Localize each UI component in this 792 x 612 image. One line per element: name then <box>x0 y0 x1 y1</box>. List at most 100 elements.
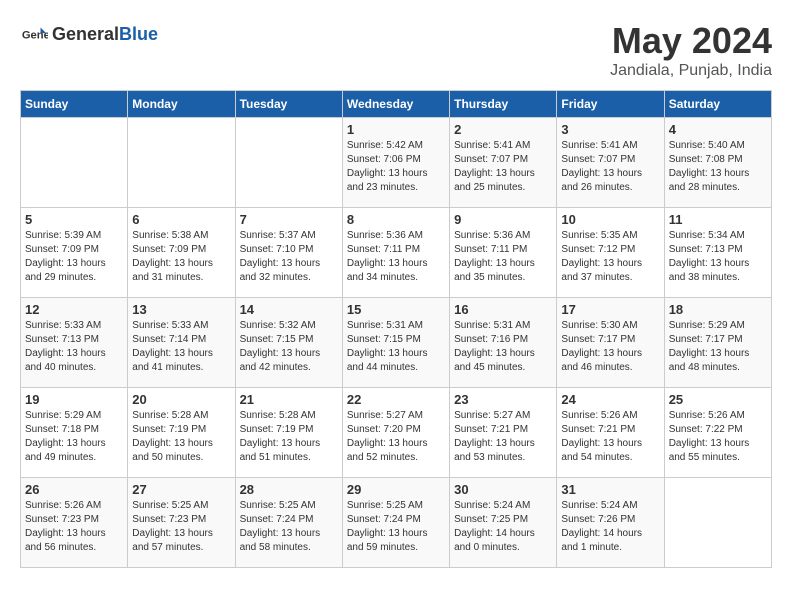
calendar-table: SundayMondayTuesdayWednesdayThursdayFrid… <box>20 90 772 568</box>
calendar-cell <box>235 118 342 208</box>
cell-text: Sunrise: 5:33 AM Sunset: 7:13 PM Dayligh… <box>25 319 123 375</box>
day-header-thursday: Thursday <box>450 91 557 118</box>
calendar-cell: 23 Sunrise: 5:27 AM Sunset: 7:21 PM Dayli… <box>450 388 557 478</box>
day-number: 21 <box>240 392 338 407</box>
day-number: 16 <box>454 302 552 317</box>
day-number: 11 <box>669 212 767 227</box>
cell-text: Sunrise: 5:24 AM Sunset: 7:25 PM Dayligh… <box>454 499 552 555</box>
calendar-week-2: 5 Sunrise: 5:39 AM Sunset: 7:09 PM Daylig… <box>21 208 772 298</box>
day-number: 5 <box>25 212 123 227</box>
cell-text: Sunrise: 5:36 AM Sunset: 7:11 PM Dayligh… <box>347 229 445 285</box>
cell-text: Sunrise: 5:34 AM Sunset: 7:13 PM Dayligh… <box>669 229 767 285</box>
day-header-saturday: Saturday <box>664 91 771 118</box>
calendar-cell: 2Sunrise: 5:41 AM Sunset: 7:07 PM Daylig… <box>450 118 557 208</box>
cell-text: Sunrise: 5:36 AM Sunset: 7:11 PM Dayligh… <box>454 229 552 285</box>
cell-text: Sunrise: 5:29 AM Sunset: 7:18 PM Dayligh… <box>25 409 123 465</box>
calendar-cell: 25Sunrise: 5:26 AM Sunset: 7:22 PM Dayli… <box>664 388 771 478</box>
logo-icon: General <box>20 20 48 48</box>
day-number: 15 <box>347 302 445 317</box>
cell-text: Sunrise: 5:30 AM Sunset: 7:17 PM Dayligh… <box>561 319 659 375</box>
logo-general: General <box>52 24 119 44</box>
calendar-cell: 12 Sunrise: 5:33 AM Sunset: 7:13 PM Dayli… <box>21 298 128 388</box>
day-header-sunday: Sunday <box>21 91 128 118</box>
day-number: 1 <box>347 122 445 137</box>
cell-text: Sunrise: 5:32 AM Sunset: 7:15 PM Dayligh… <box>240 319 338 375</box>
cell-text: Sunrise: 5:37 AM Sunset: 7:10 PM Dayligh… <box>240 229 338 285</box>
calendar-cell: 10 Sunrise: 5:35 AM Sunset: 7:12 PM Dayli… <box>557 208 664 298</box>
month-year-title: May 2024 <box>610 20 772 62</box>
cell-text: Sunrise: 5:39 AM Sunset: 7:09 PM Dayligh… <box>25 229 123 285</box>
calendar-week-5: 26 Sunrise: 5:26 AM Sunset: 7:23 PM Dayli… <box>21 478 772 568</box>
cell-text: Sunrise: 5:24 AM Sunset: 7:26 PM Dayligh… <box>561 499 659 555</box>
cell-text: Sunrise: 5:28 AM Sunset: 7:19 PM Dayligh… <box>132 409 230 465</box>
day-number: 3 <box>561 122 659 137</box>
day-number: 10 <box>561 212 659 227</box>
calendar-cell <box>128 118 235 208</box>
logo: General GeneralBlue <box>20 20 158 48</box>
calendar-week-1: 1 Sunrise: 5:42 AM Sunset: 7:06 PM Daylig… <box>21 118 772 208</box>
calendar-cell: 7 Sunrise: 5:37 AM Sunset: 7:10 PM Daylig… <box>235 208 342 298</box>
days-of-week-row: SundayMondayTuesdayWednesdayThursdayFrid… <box>21 91 772 118</box>
calendar-cell <box>664 478 771 568</box>
calendar-cell: 1 Sunrise: 5:42 AM Sunset: 7:06 PM Daylig… <box>342 118 449 208</box>
day-number: 30 <box>454 482 552 497</box>
cell-text: Sunrise: 5:25 AM Sunset: 7:24 PM Dayligh… <box>240 499 338 555</box>
calendar-cell: 4 Sunrise: 5:40 AM Sunset: 7:08 PM Daylig… <box>664 118 771 208</box>
day-number: 4 <box>669 122 767 137</box>
calendar-cell: 22 Sunrise: 5:27 AM Sunset: 7:20 PM Dayli… <box>342 388 449 478</box>
cell-text: Sunrise: 5:40 AM Sunset: 7:08 PM Dayligh… <box>669 139 767 195</box>
calendar-cell: 14 Sunrise: 5:32 AM Sunset: 7:15 PM Dayli… <box>235 298 342 388</box>
cell-text: Sunrise: 5:31 AM Sunset: 7:16 PM Dayligh… <box>454 319 552 375</box>
calendar-cell: 20Sunrise: 5:28 AM Sunset: 7:19 PM Dayli… <box>128 388 235 478</box>
calendar-cell: 3Sunrise: 5:41 AM Sunset: 7:07 PM Daylig… <box>557 118 664 208</box>
day-number: 2 <box>454 122 552 137</box>
calendar-cell: 15 Sunrise: 5:31 AM Sunset: 7:15 PM Dayli… <box>342 298 449 388</box>
calendar-cell: 18 Sunrise: 5:29 AM Sunset: 7:17 PM Dayli… <box>664 298 771 388</box>
day-number: 13 <box>132 302 230 317</box>
day-number: 22 <box>347 392 445 407</box>
day-number: 12 <box>25 302 123 317</box>
day-header-tuesday: Tuesday <box>235 91 342 118</box>
calendar-cell: 24Sunrise: 5:26 AM Sunset: 7:21 PM Dayli… <box>557 388 664 478</box>
day-number: 14 <box>240 302 338 317</box>
cell-text: Sunrise: 5:26 AM Sunset: 7:23 PM Dayligh… <box>25 499 123 555</box>
location-subtitle: Jandiala, Punjab, India <box>610 62 772 80</box>
day-number: 31 <box>561 482 659 497</box>
cell-text: Sunrise: 5:29 AM Sunset: 7:17 PM Dayligh… <box>669 319 767 375</box>
day-number: 9 <box>454 212 552 227</box>
cell-text: Sunrise: 5:38 AM Sunset: 7:09 PM Dayligh… <box>132 229 230 285</box>
day-number: 7 <box>240 212 338 227</box>
day-number: 23 <box>454 392 552 407</box>
day-number: 18 <box>669 302 767 317</box>
cell-text: Sunrise: 5:42 AM Sunset: 7:06 PM Dayligh… <box>347 139 445 195</box>
calendar-cell: 11 Sunrise: 5:34 AM Sunset: 7:13 PM Dayli… <box>664 208 771 298</box>
calendar-cell: 5 Sunrise: 5:39 AM Sunset: 7:09 PM Daylig… <box>21 208 128 298</box>
calendar-cell: 31 Sunrise: 5:24 AM Sunset: 7:26 PM Dayli… <box>557 478 664 568</box>
cell-text: Sunrise: 5:25 AM Sunset: 7:23 PM Dayligh… <box>132 499 230 555</box>
day-number: 19 <box>25 392 123 407</box>
day-number: 27 <box>132 482 230 497</box>
calendar-week-3: 12 Sunrise: 5:33 AM Sunset: 7:13 PM Dayli… <box>21 298 772 388</box>
day-number: 6 <box>132 212 230 227</box>
cell-text: Sunrise: 5:26 AM Sunset: 7:22 PM Dayligh… <box>669 409 767 465</box>
calendar-cell: 8 Sunrise: 5:36 AM Sunset: 7:11 PM Daylig… <box>342 208 449 298</box>
cell-text: Sunrise: 5:33 AM Sunset: 7:14 PM Dayligh… <box>132 319 230 375</box>
calendar-cell <box>21 118 128 208</box>
day-header-monday: Monday <box>128 91 235 118</box>
day-number: 8 <box>347 212 445 227</box>
calendar-header: SundayMondayTuesdayWednesdayThursdayFrid… <box>21 91 772 118</box>
calendar-cell: 29Sunrise: 5:25 AM Sunset: 7:24 PM Dayli… <box>342 478 449 568</box>
day-number: 17 <box>561 302 659 317</box>
cell-text: Sunrise: 5:27 AM Sunset: 7:20 PM Dayligh… <box>347 409 445 465</box>
cell-text: Sunrise: 5:35 AM Sunset: 7:12 PM Dayligh… <box>561 229 659 285</box>
cell-text: Sunrise: 5:26 AM Sunset: 7:21 PM Dayligh… <box>561 409 659 465</box>
cell-text: Sunrise: 5:31 AM Sunset: 7:15 PM Dayligh… <box>347 319 445 375</box>
calendar-week-4: 19 Sunrise: 5:29 AM Sunset: 7:18 PM Dayli… <box>21 388 772 478</box>
day-number: 26 <box>25 482 123 497</box>
day-number: 28 <box>240 482 338 497</box>
cell-text: Sunrise: 5:27 AM Sunset: 7:21 PM Dayligh… <box>454 409 552 465</box>
calendar-cell: 26 Sunrise: 5:26 AM Sunset: 7:23 PM Dayli… <box>21 478 128 568</box>
calendar-cell: 28 Sunrise: 5:25 AM Sunset: 7:24 PM Dayli… <box>235 478 342 568</box>
calendar-cell: 27 Sunrise: 5:25 AM Sunset: 7:23 PM Dayli… <box>128 478 235 568</box>
calendar-cell: 19 Sunrise: 5:29 AM Sunset: 7:18 PM Dayli… <box>21 388 128 478</box>
